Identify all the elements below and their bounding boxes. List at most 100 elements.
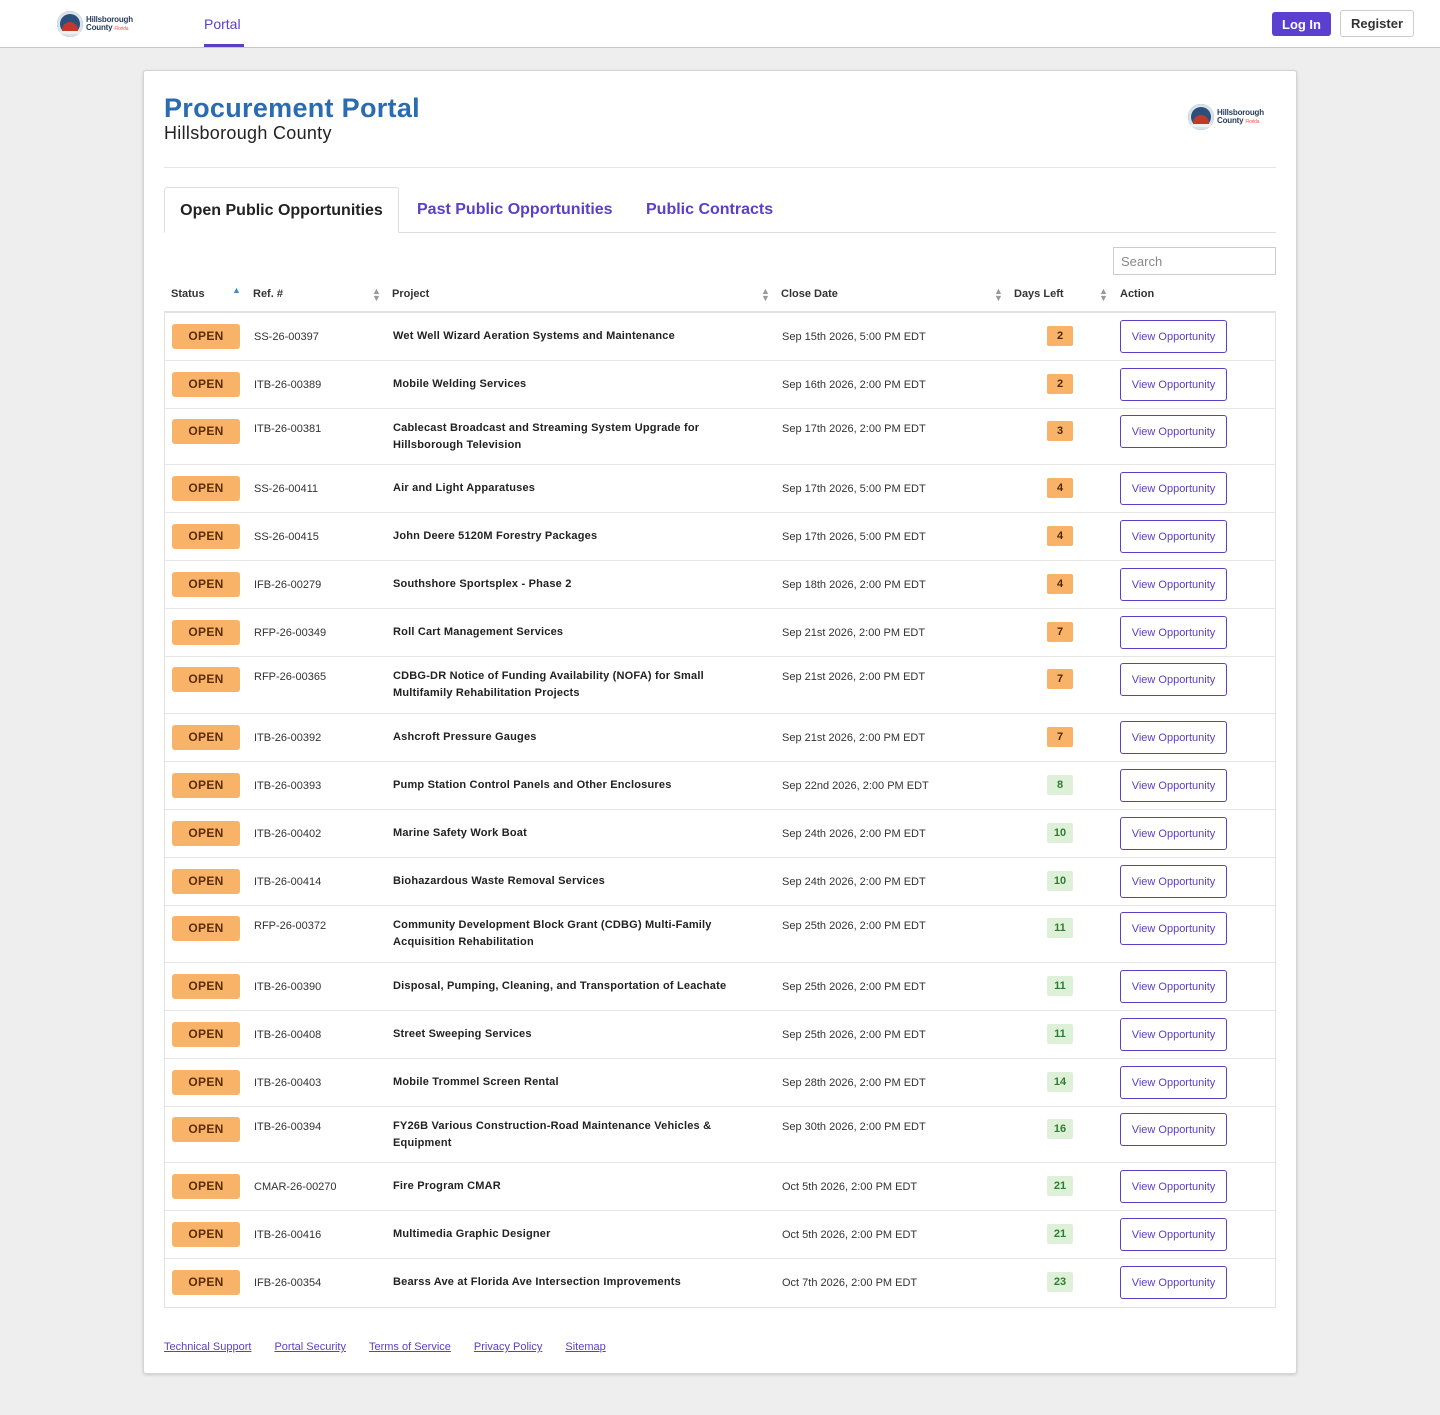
status-badge: OPEN <box>172 821 240 846</box>
column-header-ref[interactable]: Ref. # <box>253 288 283 300</box>
days-left-badge: 10 <box>1047 823 1073 843</box>
header-divider <box>164 167 1276 168</box>
table-row: OPEN ITB-26-00402 Marine Safety Work Boat S… <box>165 810 1275 858</box>
project-name: Ashcroft Pressure Gauges <box>393 731 537 743</box>
footer-link-privacy-policy[interactable]: Privacy Policy <box>474 1341 542 1353</box>
project-name: Southshore Sportsplex - Phase 2 <box>393 578 572 590</box>
status-badge: OPEN <box>172 419 240 444</box>
close-date: Sep 18th 2026, 2:00 PM EDT <box>782 579 926 591</box>
view-opportunity-button[interactable]: View Opportunity <box>1120 817 1227 850</box>
view-opportunity-button[interactable]: View Opportunity <box>1120 663 1227 696</box>
view-opportunity-button[interactable]: View Opportunity <box>1120 1066 1227 1099</box>
view-opportunity-button[interactable]: View Opportunity <box>1120 472 1227 505</box>
close-date: Oct 7th 2026, 2:00 PM EDT <box>782 1277 918 1289</box>
page-title: Procurement Portal <box>164 93 420 123</box>
table-row: OPEN RFP-26-00365 CDBG-DR Notice of Fundin… <box>165 657 1275 714</box>
project-name: Marine Safety Work Boat <box>393 827 527 839</box>
column-header-project[interactable]: Project <box>392 288 429 300</box>
tab-public-contracts[interactable]: Public Contracts <box>646 187 773 233</box>
county-logo[interactable]: Hillsborough County Florida <box>57 11 133 37</box>
project-name: Roll Cart Management Services <box>393 626 564 638</box>
sort-both-icon[interactable]: ▲ ▼ <box>1099 287 1108 303</box>
table-row: OPEN SS-26-00397 Wet Well Wizard Aeration … <box>165 313 1275 361</box>
view-opportunity-button[interactable]: View Opportunity <box>1120 568 1227 601</box>
table-row: OPEN ITB-26-00414 Biohazardous Waste Remov… <box>165 858 1275 906</box>
view-opportunity-button[interactable]: View Opportunity <box>1120 1018 1227 1051</box>
sort-ascending-icon[interactable]: ▲ <box>232 286 241 295</box>
logo-tag: Florida <box>114 25 129 32</box>
footer-link-sitemap[interactable]: Sitemap <box>565 1341 605 1353</box>
days-left-badge: 21 <box>1047 1224 1073 1244</box>
days-left-badge: 2 <box>1047 374 1073 394</box>
ref-number: ITB-26-00392 <box>254 732 322 744</box>
close-date: Sep 16th 2026, 2:00 PM EDT <box>782 379 926 391</box>
tab-past-public-opportunities[interactable]: Past Public Opportunities <box>417 187 613 233</box>
view-opportunity-button[interactable]: View Opportunity <box>1120 1266 1227 1299</box>
ref-number: SS-26-00397 <box>254 331 319 343</box>
ref-number: ITB-26-00403 <box>254 1077 322 1089</box>
county-seal-icon <box>57 11 83 37</box>
sort-both-icon[interactable]: ▲ ▼ <box>372 287 381 303</box>
page-subtitle: Hillsborough County <box>164 123 332 143</box>
view-opportunity-button[interactable]: View Opportunity <box>1120 1170 1227 1203</box>
search-input[interactable] <box>1113 247 1276 275</box>
view-opportunity-button[interactable]: View Opportunity <box>1120 912 1227 945</box>
county-seal-icon <box>1188 104 1214 130</box>
table-row: OPEN ITB-26-00390 Disposal, Pumping, Clean… <box>165 963 1275 1011</box>
close-date: Sep 17th 2026, 5:00 PM EDT <box>782 531 926 543</box>
footer-link-terms-of-service[interactable]: Terms of Service <box>369 1341 451 1353</box>
close-date: Sep 15th 2026, 5:00 PM EDT <box>782 331 926 343</box>
footer-link-portal-security[interactable]: Portal Security <box>274 1341 346 1353</box>
sort-both-icon[interactable]: ▲ ▼ <box>994 287 1003 303</box>
view-opportunity-button[interactable]: View Opportunity <box>1120 970 1227 1003</box>
close-date: Sep 17th 2026, 5:00 PM EDT <box>782 483 926 495</box>
footer-link-technical-support[interactable]: Technical Support <box>164 1341 251 1353</box>
table-row: OPEN ITB-26-00394 FY26B Various Constructi… <box>165 1107 1275 1163</box>
column-header-status[interactable]: Status <box>171 288 205 300</box>
tab-open-public-opportunities[interactable]: Open Public Opportunities <box>164 187 399 233</box>
register-button[interactable]: Register <box>1340 10 1414 37</box>
days-left-badge: 4 <box>1047 526 1073 546</box>
project-name: Mobile Welding Services <box>393 378 527 390</box>
days-left-badge: 11 <box>1047 1024 1073 1044</box>
view-opportunity-button[interactable]: View Opportunity <box>1120 415 1227 448</box>
nav-portal-link[interactable]: Portal <box>204 16 241 32</box>
close-date: Sep 25th 2026, 2:00 PM EDT <box>782 1029 926 1041</box>
status-badge: OPEN <box>172 974 240 999</box>
close-date: Oct 5th 2026, 2:00 PM EDT <box>782 1181 918 1193</box>
ref-number: ITB-26-00402 <box>254 828 322 840</box>
close-date: Sep 30th 2026, 2:00 PM EDT <box>782 1121 926 1133</box>
login-button[interactable]: Log In <box>1272 12 1331 36</box>
view-opportunity-button[interactable]: View Opportunity <box>1120 616 1227 649</box>
days-left-badge: 10 <box>1047 871 1073 891</box>
days-left-badge: 7 <box>1047 727 1073 747</box>
portal-card: Procurement Portal Hillsborough County H… <box>143 70 1297 1374</box>
project-name: Street Sweeping Services <box>393 1028 532 1040</box>
status-badge: OPEN <box>172 1222 240 1247</box>
view-opportunity-button[interactable]: View Opportunity <box>1120 320 1227 353</box>
table-row: OPEN IFB-26-00279 Southshore Sportsplex - … <box>165 561 1275 609</box>
days-left-badge: 21 <box>1047 1176 1073 1196</box>
sort-both-icon[interactable]: ▲ ▼ <box>761 287 770 303</box>
table-row: OPEN RFP-26-00372 Community Development Bl… <box>165 906 1275 963</box>
view-opportunity-button[interactable]: View Opportunity <box>1120 1218 1227 1251</box>
table-row: OPEN RFP-26-00349 Roll Cart Management Ser… <box>165 609 1275 657</box>
view-opportunity-button[interactable]: View Opportunity <box>1120 721 1227 754</box>
days-left-badge: 4 <box>1047 478 1073 498</box>
days-left-badge: 8 <box>1047 775 1073 795</box>
days-left-badge: 11 <box>1047 976 1073 996</box>
view-opportunity-button[interactable]: View Opportunity <box>1120 520 1227 553</box>
view-opportunity-button[interactable]: View Opportunity <box>1120 865 1227 898</box>
column-header-days-left[interactable]: Days Left <box>1014 288 1064 300</box>
view-opportunity-button[interactable]: View Opportunity <box>1120 368 1227 401</box>
table-row: OPEN SS-26-00411 Air and Light Apparatuses… <box>165 465 1275 513</box>
nav-active-indicator <box>204 44 244 47</box>
footer-links: Technical Support Portal Security Terms … <box>164 1341 606 1353</box>
view-opportunity-button[interactable]: View Opportunity <box>1120 1113 1227 1146</box>
project-name: John Deere 5120M Forestry Packages <box>393 530 598 542</box>
status-badge: OPEN <box>172 524 240 549</box>
view-opportunity-button[interactable]: View Opportunity <box>1120 769 1227 802</box>
status-badge: OPEN <box>172 1270 240 1295</box>
column-header-close-date[interactable]: Close Date <box>781 288 838 300</box>
table-row: OPEN ITB-26-00381 Cablecast Broadcast and … <box>165 409 1275 465</box>
